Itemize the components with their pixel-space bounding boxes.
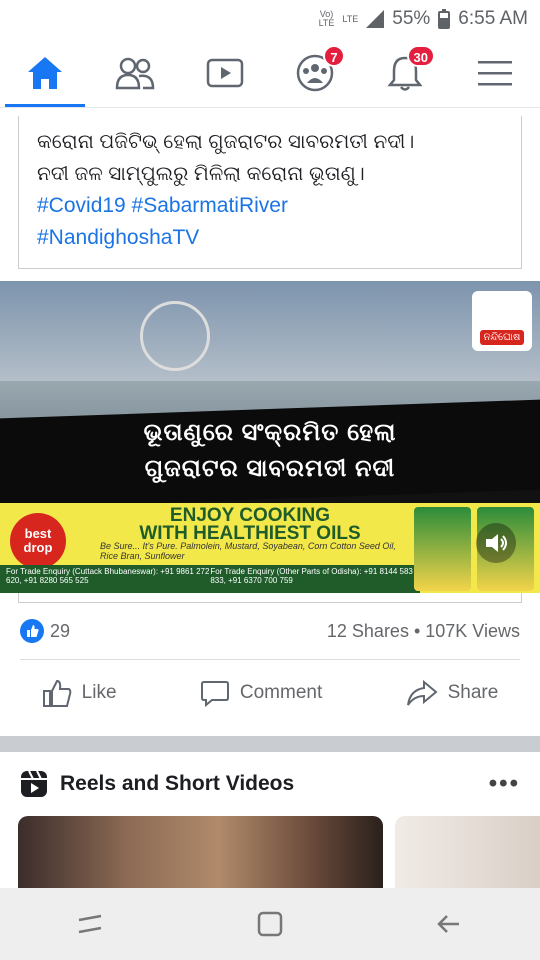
feed-separator bbox=[0, 736, 540, 752]
lte-indicator: LTE bbox=[342, 13, 359, 24]
ad-banner: best drop ENJOY COOKING WITH HEALTHIEST … bbox=[0, 503, 540, 593]
menu-icon bbox=[478, 60, 512, 85]
active-tab-indicator bbox=[5, 104, 85, 107]
recent-apps-icon[interactable] bbox=[75, 910, 105, 938]
reels-title: Reels and Short Videos bbox=[60, 772, 295, 795]
notifications-badge: 30 bbox=[406, 44, 435, 67]
shares-views: 12 Shares • 107K Views bbox=[326, 620, 520, 641]
hashtags-line-1[interactable]: #Covid19 #SabarmatiRiver bbox=[37, 190, 503, 222]
video-icon bbox=[206, 58, 244, 87]
groups-badge: 7 bbox=[323, 44, 345, 67]
tab-menu[interactable] bbox=[465, 43, 525, 103]
post-text-line-1: କରୋନା ପଜିଟିଭ୍ ହେଲା ଗୁଜରାଟର ସାବରମତୀ ନଦୀ। bbox=[37, 131, 415, 153]
comment-icon bbox=[200, 681, 229, 707]
reels-header: Reels and Short Videos ••• bbox=[0, 752, 540, 816]
status-bar: Vo) LTE LTE 55% 6:55 AM bbox=[0, 0, 540, 38]
video-headline-2: ଗୁଜରାଟର ସାବରମତୀ ନଦୀ bbox=[144, 455, 396, 482]
reels-icon bbox=[21, 770, 47, 797]
reactions-count[interactable]: 29 bbox=[20, 619, 70, 643]
signal-icon bbox=[366, 10, 385, 28]
tab-home[interactable] bbox=[15, 43, 75, 103]
ad-tagline: Be Sure... It's Pure. Palmolein, Mustard… bbox=[100, 541, 396, 561]
friends-icon bbox=[115, 57, 155, 89]
post-text-line-2: ନଦୀ ଜଳ ସାମ୍ପୁଲରୁ ମିଳିଲା କରୋନା ଭୂତାଣୁ। bbox=[37, 163, 365, 185]
shares-count[interactable]: 12 Shares bbox=[327, 621, 409, 641]
post-video[interactable]: ନନ୍ଦିଘୋଷ ଭୂତାଣୁରେ ସଂକ୍ରମିତ ହେଲା ଗୁଜରାଟର … bbox=[0, 281, 540, 593]
video-headline-1: ଭୂତାଣୁରେ ସଂକ୍ରମିତ ହେଲା bbox=[143, 419, 397, 446]
battery-text: 55% bbox=[392, 8, 431, 29]
post-actions: Like Comment Share bbox=[0, 660, 540, 726]
clock-text: 6:55 AM bbox=[458, 8, 528, 29]
speaker-icon bbox=[486, 534, 507, 552]
video-frame-bottom bbox=[18, 593, 522, 603]
ad-brand-logo: best drop bbox=[10, 513, 66, 569]
views-count: 107K Views bbox=[425, 620, 520, 641]
back-icon[interactable] bbox=[435, 910, 465, 938]
hashtags-line-2[interactable]: #NandighoshaTV bbox=[37, 222, 503, 254]
post-text-box: କରୋନା ପଜିଟିଭ୍ ହେଲା ଗୁଜରାଟର ସାବରମତୀ ନଦୀ। … bbox=[18, 116, 522, 269]
like-reaction-icon bbox=[20, 619, 44, 643]
tab-friends[interactable] bbox=[105, 43, 165, 103]
reels-more-button[interactable]: ••• bbox=[489, 770, 520, 798]
sound-toggle-button[interactable] bbox=[476, 523, 516, 563]
ad-contact-right: For Trade Enquiry (Other Parts of Odisha… bbox=[210, 567, 413, 585]
top-nav-bar: 7 30 bbox=[0, 38, 540, 108]
post-stats: 29 12 Shares • 107K Views bbox=[0, 603, 540, 659]
comment-button[interactable]: Comment bbox=[200, 679, 322, 707]
tab-notifications[interactable]: 30 bbox=[375, 43, 435, 103]
home-button-icon[interactable] bbox=[255, 910, 285, 938]
headline-banner bbox=[0, 399, 540, 509]
volte-indicator: Vo) LTE bbox=[318, 9, 335, 28]
like-button[interactable]: Like bbox=[42, 679, 117, 707]
home-icon bbox=[28, 56, 62, 89]
channel-logo: ନନ୍ଦିଘୋଷ bbox=[472, 291, 532, 351]
thumbs-up-icon bbox=[42, 679, 71, 707]
ad-product-packs bbox=[414, 507, 534, 591]
system-navigation-bar bbox=[0, 888, 540, 960]
ferris-wheel-shape bbox=[140, 301, 210, 371]
ad-contacts: For Trade Enquiry (Cuttack Bhubaneswar):… bbox=[0, 565, 420, 593]
share-icon bbox=[406, 679, 438, 706]
ad-contact-left: For Trade Enquiry (Cuttack Bhubaneswar):… bbox=[6, 567, 210, 585]
battery-icon bbox=[438, 9, 451, 29]
tab-watch[interactable] bbox=[195, 43, 255, 103]
tab-groups[interactable]: 7 bbox=[285, 43, 345, 103]
share-button[interactable]: Share bbox=[406, 679, 498, 707]
